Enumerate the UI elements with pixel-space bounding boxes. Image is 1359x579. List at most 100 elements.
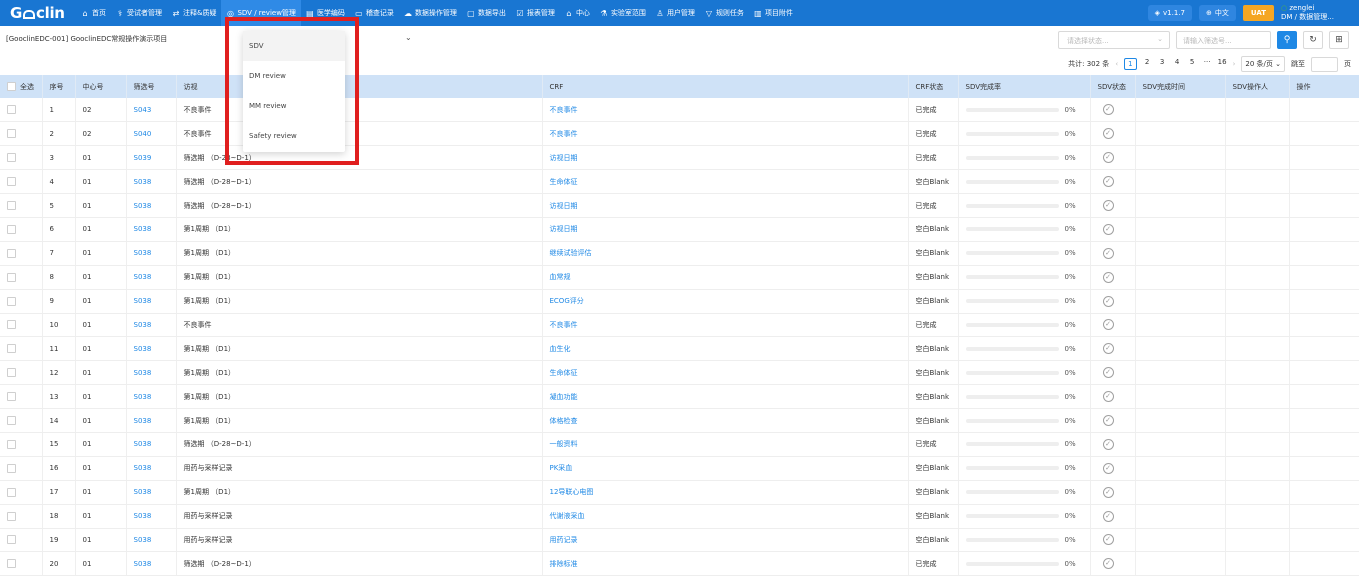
nav-item-data-ops[interactable]: ☁ 数据操作管理 <box>399 0 462 26</box>
row-select-cell[interactable] <box>0 98 43 123</box>
row-actions[interactable] <box>1289 480 1359 505</box>
crf-link[interactable]: ECOG评分 <box>542 289 909 314</box>
row-select-cell[interactable] <box>0 360 43 386</box>
screening-number-link[interactable]: S038 <box>126 193 177 218</box>
page-number[interactable]: 4 <box>1173 58 1182 70</box>
check-circle-icon[interactable]: ✓ <box>1102 486 1114 498</box>
crf-link[interactable]: 血生化 <box>542 336 909 362</box>
check-circle-icon[interactable]: ✓ <box>1102 534 1114 546</box>
page-number[interactable]: 3 <box>1158 58 1167 70</box>
row-checkbox[interactable] <box>7 463 16 473</box>
row-checkbox[interactable] <box>7 392 16 402</box>
row-actions[interactable] <box>1289 456 1359 481</box>
row-select-cell[interactable] <box>0 289 43 314</box>
screening-number-link[interactable]: S038 <box>126 265 177 290</box>
screening-number-link[interactable]: S038 <box>126 217 177 242</box>
screening-number-link[interactable]: S038 <box>126 289 177 314</box>
nav-item-user[interactable]: ♙ 用户管理 <box>651 0 700 26</box>
crf-link[interactable]: 血常规 <box>542 265 909 290</box>
crf-link[interactable]: PK采血 <box>542 456 909 481</box>
nav-item-report[interactable]: ☑ 报表管理 <box>511 0 560 26</box>
nav-item-attachment[interactable]: ▥ 项目附件 <box>749 0 798 26</box>
version-button[interactable]: ◈ v1.1.7 <box>1147 5 1192 21</box>
select-all-header[interactable]: 全选 <box>0 75 43 98</box>
crf-link[interactable]: 生命体征 <box>542 360 909 386</box>
row-actions[interactable] <box>1289 551 1359 577</box>
select-all-checkbox[interactable] <box>7 82 16 91</box>
row-actions[interactable] <box>1289 384 1359 410</box>
crf-link[interactable]: 排除标准 <box>542 551 909 577</box>
screening-number-link[interactable]: S038 <box>126 432 177 457</box>
row-actions[interactable] <box>1289 432 1359 457</box>
screening-number-link[interactable]: S038 <box>126 313 177 338</box>
check-circle-icon[interactable]: ✓ <box>1102 128 1114 140</box>
crf-link[interactable]: 访视日期 <box>542 217 909 242</box>
nav-item-lab-range[interactable]: ⚗ 实验室范围 <box>595 0 651 26</box>
language-button[interactable]: ⊕ 中文 <box>1199 5 1236 21</box>
screening-number-link[interactable]: S038 <box>126 241 177 266</box>
page-number[interactable]: 1 <box>1124 58 1137 70</box>
row-checkbox[interactable] <box>7 201 16 210</box>
row-checkbox[interactable] <box>7 511 16 521</box>
row-checkbox[interactable] <box>7 344 16 354</box>
screening-number-link[interactable]: S038 <box>126 408 177 433</box>
check-circle-icon[interactable]: ✓ <box>1102 438 1114 450</box>
screening-number-link[interactable]: S043 <box>126 98 177 123</box>
row-select-cell[interactable] <box>0 336 43 362</box>
screening-number-link[interactable]: S038 <box>126 456 177 481</box>
row-select-cell[interactable] <box>0 217 43 242</box>
row-select-cell[interactable] <box>0 121 43 147</box>
nav-item-query[interactable]: ⇄ 注释&质疑 <box>167 0 221 26</box>
refresh-button[interactable]: ↻ <box>1303 31 1323 49</box>
page-number[interactable]: 2 <box>1143 58 1152 70</box>
crf-link[interactable]: 不良事件 <box>542 313 909 338</box>
row-select-cell[interactable] <box>0 408 43 433</box>
crf-link[interactable]: 一般资料 <box>542 432 909 457</box>
row-actions[interactable] <box>1289 98 1359 123</box>
crf-link[interactable]: 访视日期 <box>542 145 909 171</box>
row-select-cell[interactable] <box>0 384 43 410</box>
row-checkbox[interactable] <box>7 105 16 115</box>
row-checkbox[interactable] <box>7 177 16 187</box>
row-checkbox[interactable] <box>7 248 16 258</box>
page-size-select[interactable]: 20 条/页 ⌄ <box>1241 56 1285 72</box>
check-circle-icon[interactable]: ✓ <box>1102 415 1114 427</box>
dropdown-option-safety-review[interactable]: Safety review <box>243 121 345 151</box>
check-circle-icon[interactable]: ✓ <box>1102 295 1114 307</box>
row-checkbox[interactable] <box>7 320 16 330</box>
row-select-cell[interactable] <box>0 169 43 195</box>
check-circle-icon[interactable]: ✓ <box>1102 152 1114 164</box>
row-select-cell[interactable] <box>0 265 43 290</box>
next-page-icon[interactable]: › <box>1233 60 1236 68</box>
nav-item-sdv[interactable]: ◎ SDV / review管理 <box>221 0 301 26</box>
check-circle-icon[interactable]: ✓ <box>1102 223 1114 235</box>
crf-link[interactable]: 代谢液采血 <box>542 504 909 529</box>
check-circle-icon[interactable]: ✓ <box>1102 247 1114 259</box>
crf-link[interactable]: 凝血功能 <box>542 384 909 410</box>
row-select-cell[interactable] <box>0 313 43 338</box>
screening-number-link[interactable]: S040 <box>126 121 177 147</box>
row-checkbox[interactable] <box>7 535 16 545</box>
crf-link[interactable]: 12导联心电图 <box>542 480 909 505</box>
screening-number-link[interactable]: S038 <box>126 480 177 505</box>
crf-link[interactable]: 不良事件 <box>542 98 909 123</box>
screening-number-link[interactable]: S039 <box>126 145 177 171</box>
row-checkbox[interactable] <box>7 416 16 426</box>
nav-item-center[interactable]: ⌂ 中心 <box>560 0 595 26</box>
crf-link[interactable]: 用药记录 <box>542 528 909 553</box>
nav-item-audit[interactable]: ▭ 稽查记录 <box>350 0 399 26</box>
check-circle-icon[interactable]: ✓ <box>1102 176 1114 188</box>
row-actions[interactable] <box>1289 193 1359 218</box>
row-checkbox[interactable] <box>7 487 16 497</box>
row-checkbox[interactable] <box>7 153 16 163</box>
check-circle-icon[interactable]: ✓ <box>1102 510 1114 522</box>
row-checkbox[interactable] <box>7 296 16 306</box>
row-checkbox[interactable] <box>7 224 16 234</box>
more-pages-icon[interactable]: ··· <box>1203 58 1212 70</box>
crf-link[interactable]: 不良事件 <box>542 121 909 147</box>
page-number[interactable]: 5 <box>1188 58 1197 70</box>
row-select-cell[interactable] <box>0 504 43 529</box>
screening-number-link[interactable]: S038 <box>126 551 177 577</box>
app-logo[interactable]: Gclin <box>0 0 76 26</box>
check-circle-icon[interactable]: ✓ <box>1102 462 1114 474</box>
